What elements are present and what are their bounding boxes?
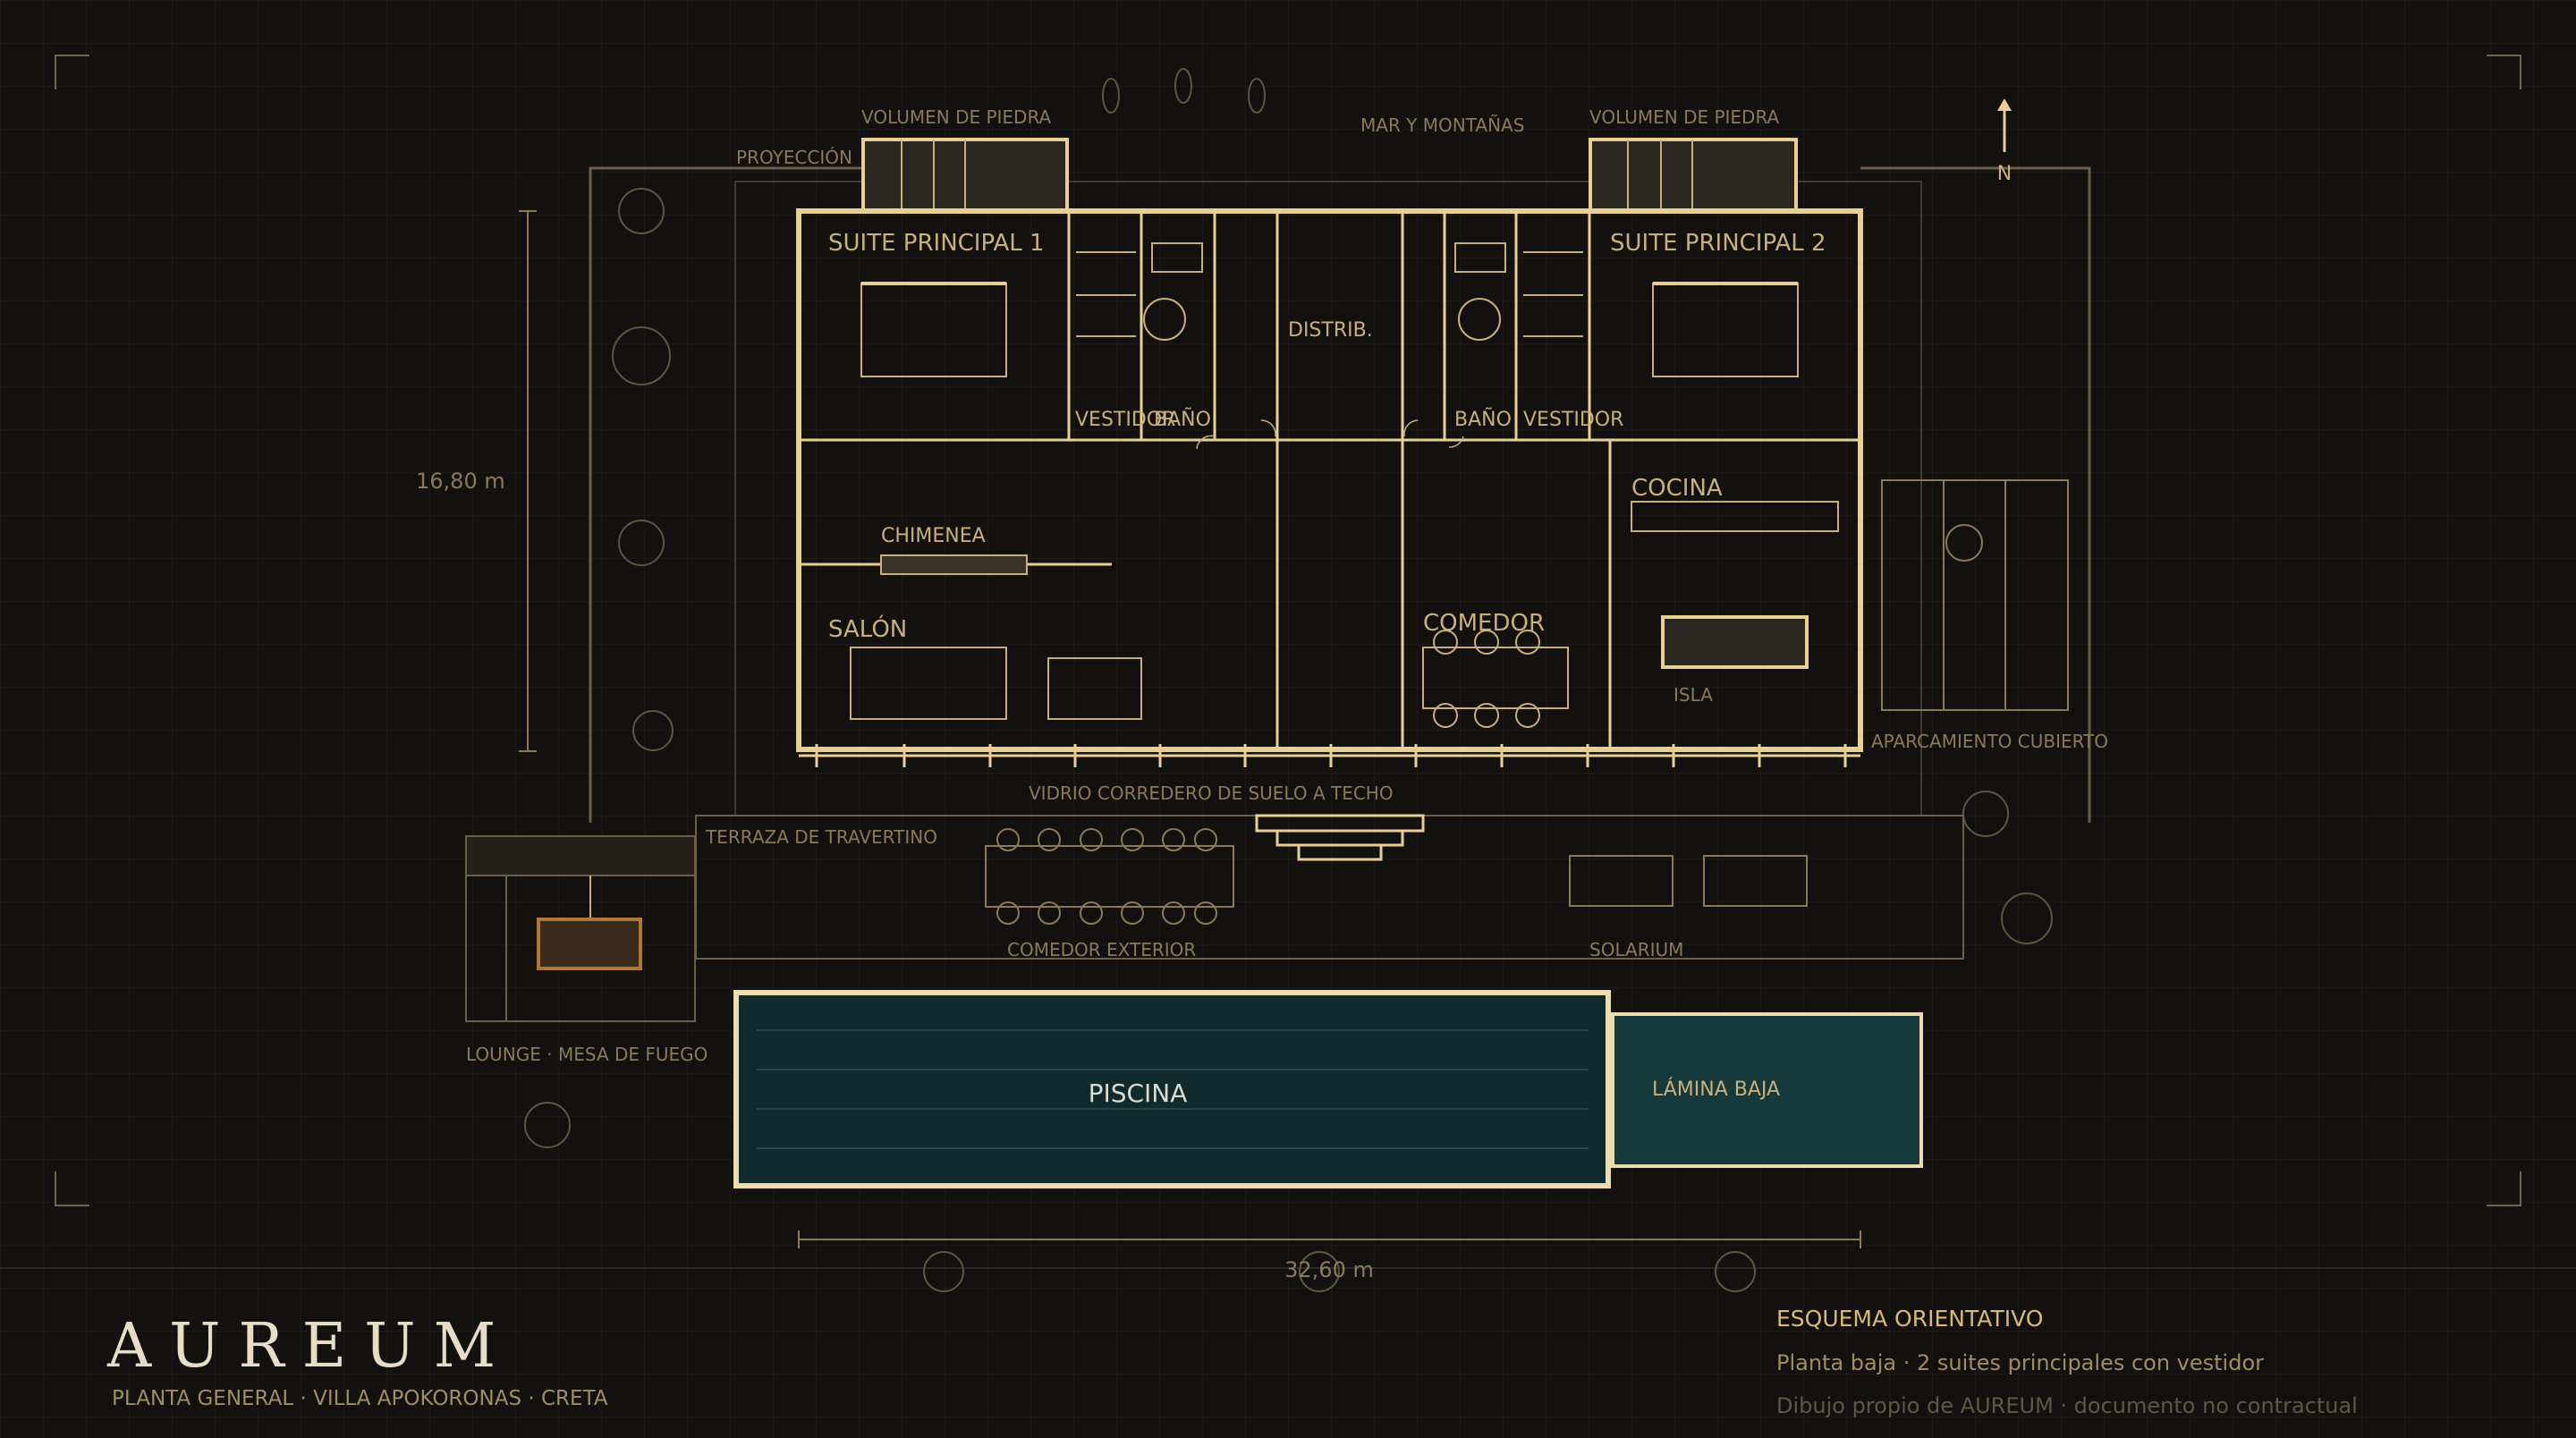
label-bano-1: BAÑO [1154,407,1211,431]
label-mar-montanas: MAR Y MONTAÑAS [1360,114,1524,136]
label-chimenea: CHIMENEA [881,525,986,547]
brand-logo: AUREUM [106,1311,513,1382]
dimension-depth-label: 16,80 m [416,469,505,494]
label-terraza: TERRAZA DE TRAVERTINO [705,826,937,848]
stone-volume-2 [1589,138,1798,213]
label-lamina-baja: LÁMINA BAJA [1652,1078,1780,1101]
label-volumen-piedra-1: VOLUMEN DE PIEDRA [861,106,1052,128]
info-heading: ESQUEMA ORIENTATIVO [1776,1306,2043,1332]
label-aparcamiento: APARCAMIENTO CUBIERTO [1871,731,2108,752]
label-proyeccion: PROYECCIÓN [736,147,852,168]
label-bano-2: BAÑO [1454,407,1512,431]
info-line-1: Planta baja · 2 suites principales con v… [1776,1350,2264,1375]
label-suite-2: SUITE PRINCIPAL 2 [1610,230,1826,257]
background-grid [0,0,2576,1438]
info-line-2: Dibujo propio de AUREUM · documento no c… [1776,1393,2358,1418]
label-lounge: LOUNGE · MESA DE FUEGO [466,1044,708,1065]
label-comedor: COMEDOR [1423,610,1545,637]
label-cocina: COCINA [1631,475,1723,502]
label-volumen-piedra-2: VOLUMEN DE PIEDRA [1589,106,1780,128]
label-comedor-exterior: COMEDOR EXTERIOR [1007,939,1196,960]
dimension-width-label: 32,60 m [1284,1257,1374,1282]
label-piscina: PISCINA [1089,1078,1188,1108]
label-distrib: DISTRIB. [1288,319,1373,342]
kitchen-island [1661,615,1809,669]
fire-table [537,918,642,970]
brand-subtitle: PLANTA GENERAL · VILLA APOKORONAS · CRET… [112,1387,608,1410]
floor-plan: VOLUMEN DE PIEDRA VOLUMEN DE PIEDRA PROY… [0,0,2576,1438]
label-isla: ISLA [1674,684,1713,706]
label-salon: SALÓN [828,614,907,643]
north-label: N [1997,163,2012,185]
label-suite-1: SUITE PRINCIPAL 1 [828,230,1045,257]
stone-volume-1 [861,138,1069,213]
label-solarium: SOLARIUM [1589,939,1683,960]
label-vidrio: VIDRIO CORREDERO DE SUELO A TECHO [1029,782,1394,804]
label-vestidor-2: VESTIDOR [1523,409,1623,431]
